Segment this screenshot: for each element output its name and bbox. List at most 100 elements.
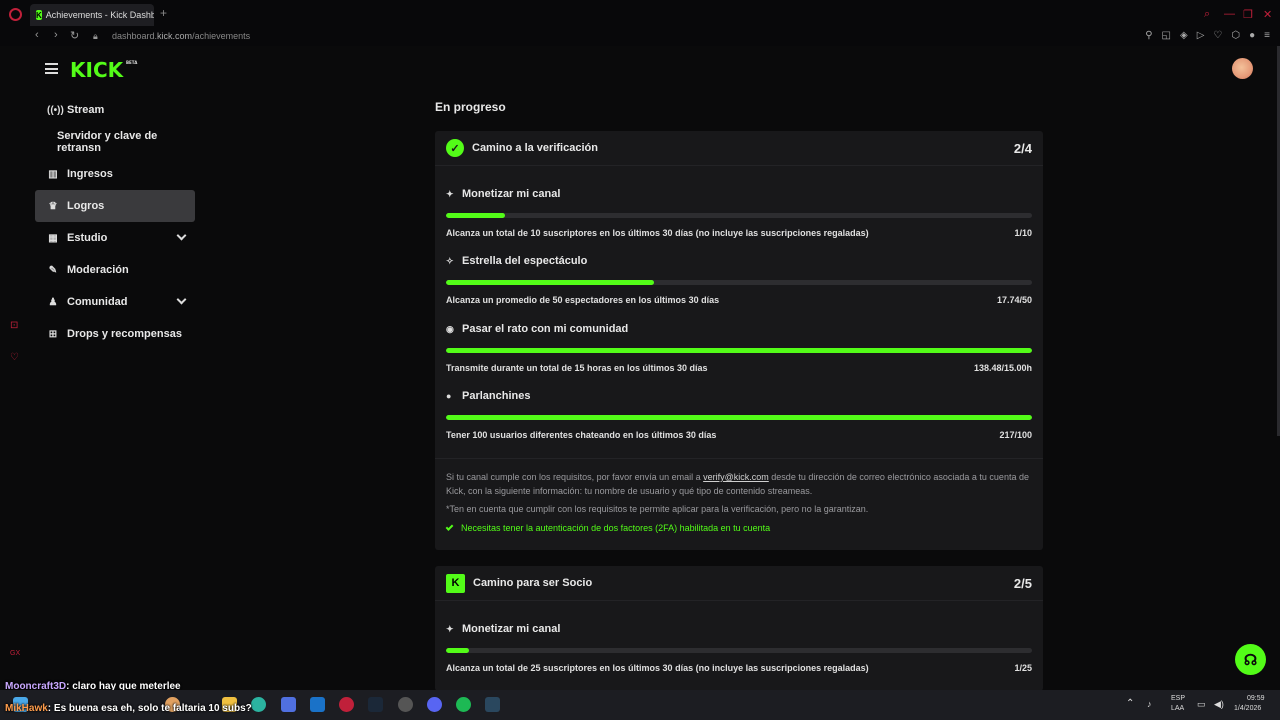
achievement-desc: Tener 100 usuarios diferentes chateando … <box>446 430 717 440</box>
sidebar-item-label: Ingresos <box>67 168 113 180</box>
progress-bar <box>446 415 1032 420</box>
heart-icon[interactable]: ♡ <box>1213 30 1222 41</box>
achievement-desc: Transmite durante un total de 15 horas e… <box>446 363 708 373</box>
achievement-card-verification: ✓ Camino a la verificación 2/4 ✦ Monetiza… <box>435 131 1043 550</box>
tray-arrow-icon[interactable]: ⌃ <box>1126 698 1134 709</box>
steam-icon[interactable] <box>368 697 383 712</box>
close-icon[interactable]: ✕ <box>1263 8 1272 21</box>
url-field[interactable]: dashboard.kick.com/achievements <box>112 31 250 41</box>
sidebar-item-achievements[interactable]: ♛ Logros <box>35 190 195 222</box>
email-link[interactable]: verify@kick.com <box>703 472 769 482</box>
progress-bar <box>446 348 1032 353</box>
broadcast-icon: ((•)) <box>47 104 64 116</box>
sidebar-item-moderation[interactable]: ✎ Moderación <box>35 254 195 286</box>
mail-icon[interactable] <box>310 697 325 712</box>
kick-favicon-icon: K <box>36 10 42 20</box>
achievement-value: 17.74/50 <box>996 295 1032 305</box>
microphone-icon[interactable]: ♪ <box>1147 699 1152 709</box>
chevron-down-icon[interactable] <box>176 230 187 241</box>
broadcast-icon: ◉ <box>446 323 454 334</box>
language-indicator[interactable]: ESP <box>1171 695 1185 702</box>
achievement-title: Pasar el rato con mi comunidad <box>462 323 629 335</box>
kick-badge-icon: K <box>446 573 465 593</box>
progress-fill <box>446 280 655 285</box>
studio-icon: ▦ <box>48 232 58 244</box>
sidebar-item-label: Logros <box>67 200 105 212</box>
pin-icon[interactable]: ⚲ <box>1145 30 1152 41</box>
achievement-item: ◉ Pasar el rato con mi comunidad Transmit… <box>446 322 1032 373</box>
player-icon[interactable]: ▷ <box>1197 30 1205 41</box>
achievement-item: ✧ Estrella del espectáculo Alcanza un pro… <box>446 254 1032 305</box>
beta-badge: BETA <box>126 60 138 65</box>
chat-message: MikHawk: Es buena esa eh, solo te faltar… <box>5 703 252 714</box>
edge-icon[interactable] <box>251 697 266 712</box>
url-path: /achievements <box>192 31 251 41</box>
sidebar-item-drops[interactable]: ⊞ Drops y recompensas <box>35 318 195 350</box>
support-chat-button[interactable]: ☊ <box>1235 644 1266 675</box>
chat-user: MikHawk <box>5 703 48 714</box>
reload-icon[interactable]: ↻ <box>70 29 79 42</box>
divider <box>435 458 1043 459</box>
sidebar-item-studio[interactable]: ▦ Estudio <box>35 222 195 254</box>
progress-fill <box>446 415 1032 420</box>
forward-icon[interactable]: › <box>54 29 58 41</box>
achievement-desc: Alcanza un total de 25 suscriptores en l… <box>446 663 869 673</box>
maximize-icon[interactable]: ❐ <box>1243 8 1253 21</box>
sidebar-item-label: Estudio <box>67 232 108 244</box>
card-title: Camino para ser Socio <box>473 577 593 589</box>
menu-icon[interactable]: ≡ <box>1264 30 1270 41</box>
shield-icon[interactable]: ◈ <box>1180 30 1188 41</box>
url-domain: kick.com <box>157 31 193 41</box>
volume-icon[interactable]: ◀) <box>1214 699 1224 710</box>
info-text: Si tu canal cumple con los requisitos, p… <box>446 472 704 482</box>
requirement-text: Necesitas tener la autenticación de dos … <box>461 523 771 533</box>
search-icon[interactable]: ⌕ <box>1204 8 1210 21</box>
gift-icon: ⊞ <box>48 328 58 340</box>
keyboard-layout[interactable]: LAA <box>1171 705 1184 712</box>
sidebar-item-revenue[interactable]: ▥ Ingresos <box>35 158 195 190</box>
user-avatar[interactable] <box>1232 58 1253 79</box>
achievement-desc: Alcanza un total de 10 suscriptores en l… <box>446 228 869 238</box>
back-icon[interactable]: ‹ <box>35 29 39 41</box>
gx-label: GX <box>10 650 21 657</box>
progress-fill <box>446 648 470 653</box>
clock-date[interactable]: 1/4/2026 <box>1234 705 1261 712</box>
achievement-card-partner: K Camino para ser Socio 2/5 ✦ Monetizar m… <box>435 566 1043 691</box>
new-tab-button[interactable]: + <box>160 6 167 20</box>
sidebar-item-label: Servidor y clave de retransn <box>57 130 158 154</box>
card-header: ✓ Camino a la verificación 2/4 <box>435 131 1043 166</box>
hamburger-menu-icon[interactable] <box>45 63 58 74</box>
steam-app-icon[interactable] <box>485 697 500 712</box>
clock-time[interactable]: 09:59 <box>1247 695 1265 702</box>
github-icon[interactable] <box>398 697 413 712</box>
chevron-down-icon[interactable] <box>176 294 187 305</box>
store-icon[interactable] <box>281 697 296 712</box>
profile-icon[interactable]: ● <box>1249 30 1255 41</box>
sidebar-item-community[interactable]: ♟ Comunidad <box>35 286 195 318</box>
discord-icon[interactable] <box>427 697 442 712</box>
sidebar-heart-icon[interactable]: ♡ <box>10 352 19 363</box>
tab-title: Achievements - Kick Dashb <box>45 10 154 20</box>
sidebar-item-server-key[interactable]: Servidor y clave de retransn <box>35 126 195 158</box>
achievement-item: ● Parlanchines Tener 100 usuarios diferen… <box>446 389 1032 440</box>
sidebar-item-stream[interactable]: ((•)) Stream <box>35 94 195 126</box>
progress-bar <box>446 648 1032 653</box>
browser-tab[interactable]: K Achievements - Kick Dashb <box>30 4 154 26</box>
verified-badge-icon: ✓ <box>446 139 464 157</box>
extensions-icon[interactable]: ⬡ <box>1231 30 1240 41</box>
opera-sidebar: ⊡ ♡ GX <box>0 46 30 686</box>
opera-logo-icon[interactable] <box>9 8 22 21</box>
minimize-icon[interactable]: — <box>1224 8 1235 20</box>
snapshot-icon[interactable]: ◱ <box>1162 30 1171 41</box>
sparkle-icon: ✦ <box>446 188 454 199</box>
opera-gx-icon[interactable] <box>339 697 354 712</box>
spotify-icon[interactable] <box>456 697 471 712</box>
check-icon <box>445 523 454 531</box>
kick-logo[interactable]: KICK BETA <box>70 58 137 82</box>
progress-bar <box>446 213 1032 218</box>
progress-fill <box>446 213 505 218</box>
chat-bubble-icon: ● <box>446 391 452 401</box>
bag-icon[interactable]: ⊡ <box>10 320 18 331</box>
network-icon[interactable]: ▭ <box>1197 699 1206 710</box>
sidebar-item-label: Moderación <box>67 264 129 276</box>
